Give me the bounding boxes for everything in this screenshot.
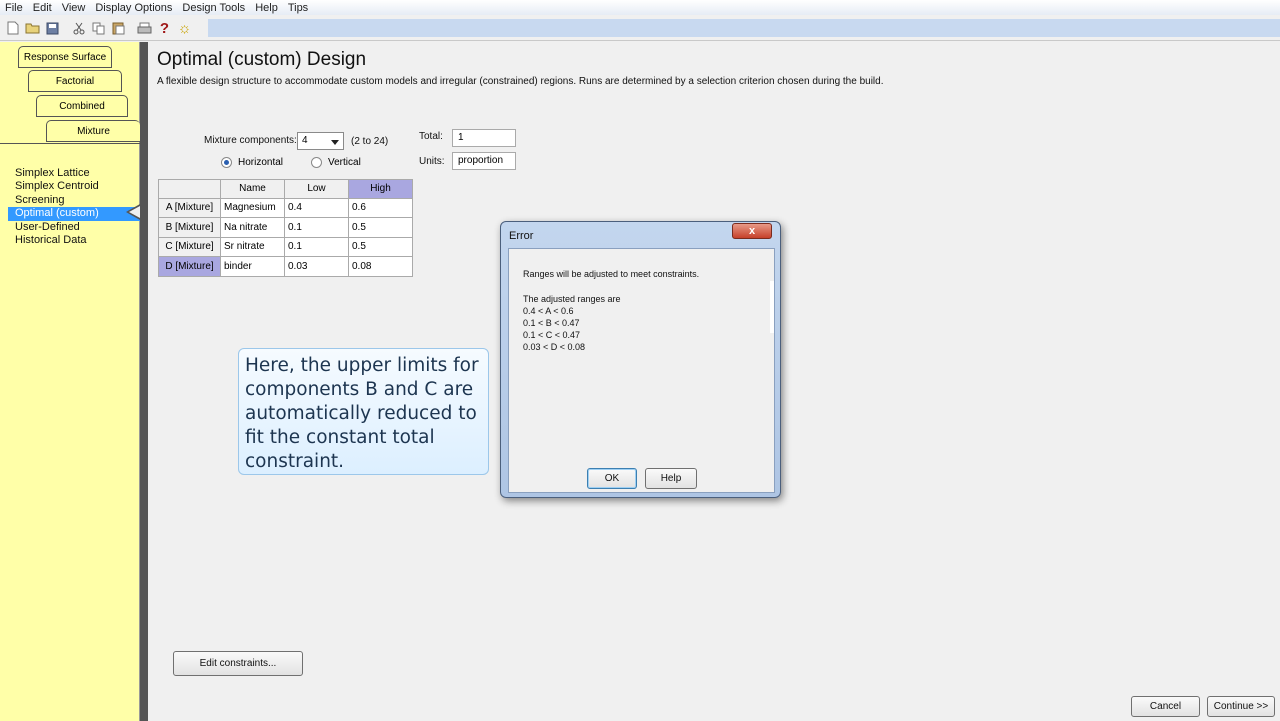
copy-icon[interactable] <box>90 20 107 37</box>
close-icon[interactable]: x <box>732 223 772 239</box>
tab-response-surface[interactable]: Response Surface <box>18 46 112 68</box>
menu-edit[interactable]: Edit <box>28 2 57 14</box>
menu-view[interactable]: View <box>57 2 91 14</box>
nav-historical-data[interactable]: Historical Data <box>8 234 140 247</box>
page-title: Optimal (custom) Design <box>157 49 367 70</box>
nav-optimal-custom[interactable]: Optimal (custom) <box>8 207 140 221</box>
annotation-callout: Here, the upper limits for components B … <box>238 348 489 475</box>
units-label: Units: <box>419 156 445 167</box>
menu-design-tools[interactable]: Design Tools <box>177 2 250 14</box>
total-label: Total: <box>419 131 443 142</box>
callout-line: constraint. <box>245 451 345 472</box>
menu-bar: File Edit View Display Options Design To… <box>0 0 1280 15</box>
range-c: 0.1 < C < 0.47 <box>523 330 581 340</box>
tab-factorial[interactable]: Factorial <box>28 70 122 92</box>
high-cell[interactable]: 0.08 <box>349 257 413 277</box>
continue-button[interactable]: Continue >> <box>1207 696 1275 717</box>
low-cell[interactable]: 0.4 <box>285 198 349 218</box>
dialog-message: Ranges will be adjusted to meet constrai… <box>523 269 700 279</box>
help-button[interactable]: Help <box>645 468 697 489</box>
nav-screening[interactable]: Screening <box>8 194 140 207</box>
row-header[interactable]: C [Mixture] <box>158 237 221 257</box>
cut-icon[interactable] <box>70 20 87 37</box>
row-header[interactable]: A [Mixture] <box>158 198 221 218</box>
new-file-icon[interactable] <box>4 20 21 37</box>
grid-header-corner <box>158 179 221 199</box>
table-row: D [Mixture] binder 0.03 0.08 <box>158 257 413 277</box>
toolbar: ? ☼ <box>0 15 1280 41</box>
mixture-components-select[interactable]: 4 <box>297 132 344 150</box>
radio-vertical-label: Vertical <box>328 157 361 168</box>
page-description: A flexible design structure to accommoda… <box>157 76 884 87</box>
grid-header-low[interactable]: Low <box>285 179 349 199</box>
design-expert-window: File Edit View Display Options Design To… <box>0 0 1280 721</box>
callout-line: fit the constant total <box>245 427 435 448</box>
table-row: C [Mixture] Sr nitrate 0.1 0.5 <box>158 237 413 257</box>
table-row: B [Mixture] Na nitrate 0.1 0.5 <box>158 218 413 238</box>
selection-pointer-inner <box>129 206 140 218</box>
components-grid: Name Low High A [Mixture] Magnesium 0.4 … <box>158 179 413 277</box>
radio-selected-icon <box>221 157 232 168</box>
grid-header-name[interactable]: Name <box>221 179 285 199</box>
low-cell[interactable]: 0.1 <box>285 218 349 238</box>
nav-simplex-centroid[interactable]: Simplex Centroid <box>8 180 140 193</box>
radio-horizontal-label: Horizontal <box>238 157 284 168</box>
high-cell[interactable]: 0.6 <box>349 198 413 218</box>
ranges-header: The adjusted ranges are <box>523 294 621 304</box>
high-cell[interactable]: 0.5 <box>349 218 413 238</box>
callout-line: components B and C are <box>245 379 474 400</box>
callout-line: Here, the upper limits for <box>245 355 479 376</box>
menu-tips[interactable]: Tips <box>283 2 313 14</box>
mixture-design-list: Simplex Lattice Simplex Centroid Screeni… <box>8 167 140 247</box>
range-d: 0.03 < D < 0.08 <box>523 342 586 352</box>
nav-simplex-lattice[interactable]: Simplex Lattice <box>8 167 140 180</box>
name-cell[interactable]: Magnesium <box>221 198 285 218</box>
high-cell[interactable]: 0.5 <box>349 237 413 257</box>
sidebar-divider <box>140 42 148 721</box>
tab-combined[interactable]: Combined <box>36 95 128 117</box>
name-cell[interactable]: binder <box>221 257 285 277</box>
radio-horizontal[interactable]: Horizontal <box>221 157 283 168</box>
mixture-components-value: 4 <box>302 135 308 146</box>
dialog-body: Ranges will be adjusted to meet constrai… <box>508 248 775 493</box>
radio-unselected-icon <box>311 157 322 168</box>
units-field[interactable]: proportion <box>452 152 516 170</box>
chevron-down-icon <box>331 140 339 145</box>
error-dialog: Error x Ranges will be adjusted to meet … <box>500 221 781 498</box>
radio-vertical[interactable]: Vertical <box>311 157 361 168</box>
table-row: A [Mixture] Magnesium 0.4 0.6 <box>158 198 413 218</box>
tab-mixture[interactable]: Mixture <box>46 120 140 142</box>
callout-line: automatically reduced to <box>245 403 477 424</box>
ok-button[interactable]: OK <box>587 468 637 489</box>
tip-bulb-icon[interactable]: ☼ <box>176 20 193 37</box>
print-icon[interactable] <box>136 20 153 37</box>
range-a: 0.4 < A < 0.6 <box>523 306 574 316</box>
row-header[interactable]: D [Mixture] <box>158 257 221 277</box>
cancel-button[interactable]: Cancel <box>1131 696 1200 717</box>
low-cell[interactable]: 0.03 <box>285 257 349 277</box>
open-folder-icon[interactable] <box>24 20 41 37</box>
edit-constraints-button[interactable]: Edit constraints... <box>173 651 303 676</box>
components-range-label: (2 to 24) <box>351 136 389 147</box>
range-b: 0.1 < B < 0.47 <box>523 318 580 328</box>
tab-divider <box>0 143 140 144</box>
grid-header-high[interactable]: High <box>349 179 413 199</box>
grid-header-row: Name Low High <box>158 179 413 199</box>
paste-icon[interactable] <box>110 20 127 37</box>
name-cell[interactable]: Na nitrate <box>221 218 285 238</box>
nav-user-defined[interactable]: User-Defined <box>8 221 140 234</box>
name-cell[interactable]: Sr nitrate <box>221 237 285 257</box>
menu-help[interactable]: Help <box>250 2 283 14</box>
toolbar-strip <box>208 19 1280 37</box>
mixture-components-label: Mixture components: <box>204 135 297 146</box>
menu-display-options[interactable]: Display Options <box>90 2 177 14</box>
menu-file[interactable]: File <box>0 2 28 14</box>
save-icon[interactable] <box>44 20 61 37</box>
total-field[interactable]: 1 <box>452 129 516 147</box>
help-question-icon[interactable]: ? <box>156 20 173 37</box>
row-header[interactable]: B [Mixture] <box>158 218 221 238</box>
dialog-title: Error <box>509 230 534 242</box>
dialog-scrollbar[interactable] <box>770 281 774 333</box>
low-cell[interactable]: 0.1 <box>285 237 349 257</box>
